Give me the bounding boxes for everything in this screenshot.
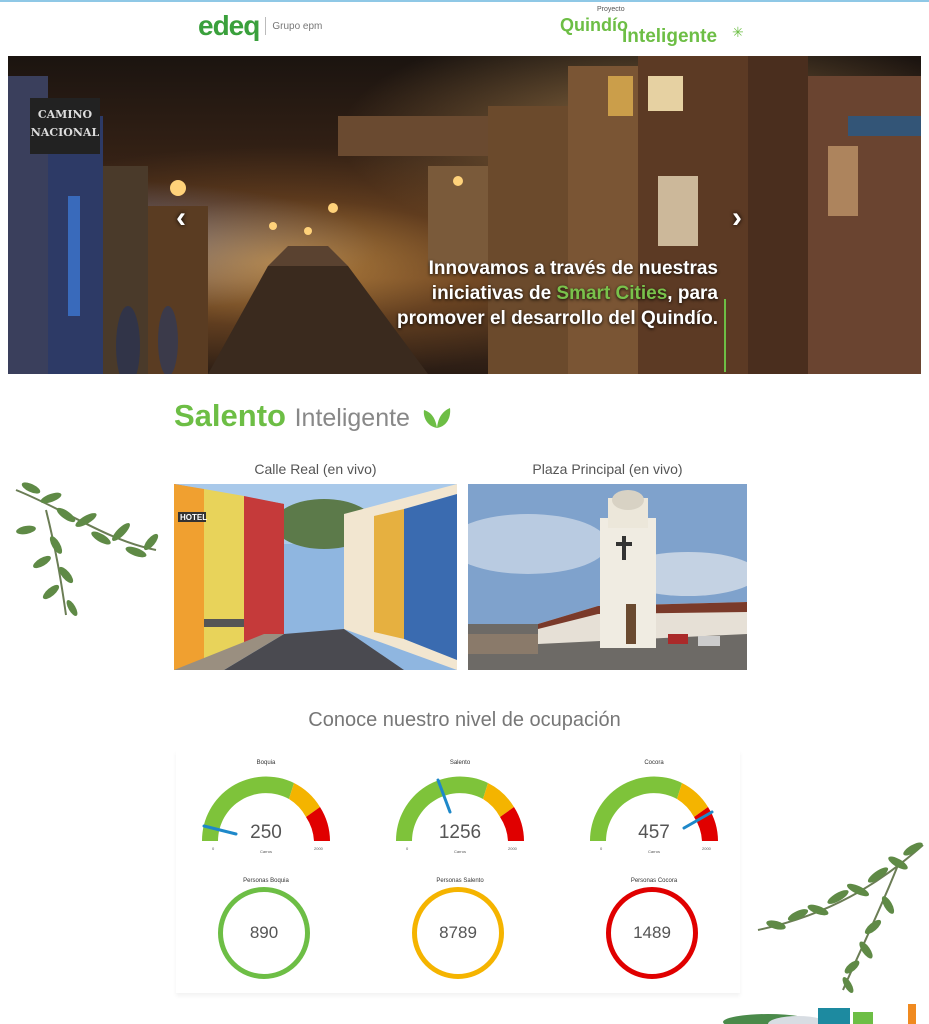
logo-separator — [265, 17, 267, 35]
quindio-inteligente-logo[interactable]: Proyecto Quindío Inteligente ✳ — [560, 6, 760, 50]
smart-cities-highlight: Smart Cities — [556, 283, 668, 304]
hero-caption-line1: Innovamos a través de nuestras — [428, 258, 718, 279]
section-title-bold: Salento — [174, 398, 286, 433]
chevron-right-icon: › — [732, 201, 742, 234]
camera-label-calle-real: Calle Real (en vivo) — [254, 461, 377, 477]
plaza-principal-church-image — [468, 484, 747, 670]
camera-feed-plaza-principal[interactable] — [468, 484, 747, 670]
leaves-decoration-left — [15, 482, 159, 616]
leaves-decoration-right — [757, 842, 924, 993]
hero-caption-accent-bar — [724, 299, 726, 372]
gauge-caption: Carros — [453, 849, 466, 854]
gauge-cocora: Cocora 457 0 2000 Carros — [584, 750, 724, 860]
gauge-caption: Carros — [647, 849, 660, 854]
edeq-logo[interactable]: edeq Grupo epm — [198, 9, 322, 43]
ring-personas-cocora: 1489 — [606, 887, 698, 979]
calle-real-street-image: HOTEL — [174, 484, 457, 670]
gauge-caption: Carros — [259, 849, 272, 854]
gauge-value: 1256 — [438, 822, 482, 843]
camera-feed-calle-real[interactable]: HOTEL — [174, 484, 457, 670]
hero-caption-line3: promover el desarrollo del Quindío. — [397, 308, 718, 329]
occupancy-title: Conoce nuestro nivel de ocupación — [308, 709, 621, 731]
edeq-subtitle: Grupo epm — [272, 20, 323, 32]
logo-spark-icon: ✳ — [732, 24, 744, 40]
hero-caption-line2: iniciativas de Smart Cities, para — [431, 283, 718, 304]
hotel-sign: HOTEL — [180, 513, 207, 522]
hero-carousel[interactable]: CAMINO NACIONAL ‹ › Innovamos a través d… — [8, 56, 921, 374]
carousel-next-button[interactable]: › — [732, 201, 742, 235]
occupancy-dashboard: Boquia 250 0 2000 Carros Salento 1256 0 … — [176, 750, 740, 993]
bottom-decoration — [723, 1004, 916, 1024]
section-title-light: Inteligente — [294, 404, 410, 432]
ring-name-cocora: Personas Cocora — [630, 878, 678, 884]
logo-quindio-word: Quindío — [560, 15, 628, 35]
ring-personas-salento: 8789 — [412, 887, 504, 979]
logo-proyecto-label: Proyecto — [597, 6, 625, 13]
leaf-icon — [423, 407, 450, 428]
gauge-salento: Salento 1256 0 2000 Carros — [390, 750, 530, 860]
header: edeq Grupo epm Proyecto Quindío Intelige… — [0, 2, 929, 54]
ring-personas-boquia: 890 — [218, 887, 310, 979]
edeq-wordmark: edeq — [198, 10, 260, 41]
section-title: Salento Inteligente — [174, 398, 452, 434]
gauge-value: 457 — [638, 822, 670, 843]
ring-name-salento: Personas Salento — [436, 878, 484, 884]
carousel-prev-button[interactable]: ‹ — [176, 201, 186, 235]
ring-name-boquia: Personas Boquia — [243, 878, 289, 884]
gauge-boquia: Boquia 250 0 2000 Carros — [196, 750, 336, 860]
logo-inteligente-word: Inteligente — [622, 26, 718, 47]
chevron-left-icon: ‹ — [176, 201, 186, 234]
hero-caption: Innovamos a través de nuestras iniciativ… — [397, 256, 718, 331]
camera-label-plaza-principal: Plaza Principal (en vivo) — [532, 461, 683, 477]
gauge-value: 250 — [250, 822, 282, 843]
camino-nacional-sign: CAMINO NACIONAL — [30, 98, 100, 154]
